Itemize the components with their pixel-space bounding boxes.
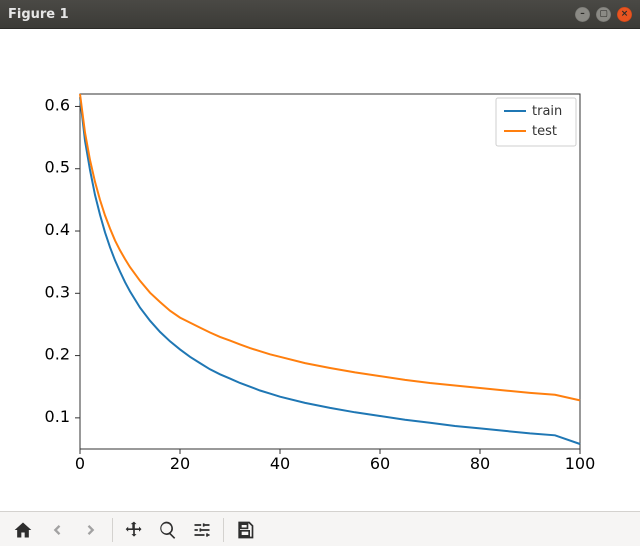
x-tick-label: 20	[170, 454, 190, 473]
home-button[interactable]	[6, 515, 40, 545]
y-tick-label: 0.2	[45, 345, 70, 364]
x-tick-label: 60	[370, 454, 390, 473]
line-chart: 0 20 40 60 80 100 0.1 0.2 0.3 0.4 0.5 0.6 train test	[0, 29, 640, 511]
forward-button[interactable]	[74, 515, 108, 545]
move-icon	[124, 520, 144, 540]
series-train	[80, 97, 580, 444]
x-tick-label: 40	[270, 454, 290, 473]
y-tick-label: 0.4	[45, 220, 70, 239]
configure-button[interactable]	[185, 515, 219, 545]
legend-label-test: test	[532, 124, 557, 139]
y-tick-label: 0.3	[45, 282, 70, 301]
window-controls: – ▢ ×	[575, 7, 632, 22]
y-tick-label: 0.6	[45, 95, 70, 114]
plot-border	[80, 94, 580, 449]
zoom-button[interactable]	[151, 515, 185, 545]
window-title: Figure 1	[8, 7, 69, 22]
back-icon	[47, 520, 67, 540]
x-tick-label: 0	[75, 454, 85, 473]
close-icon[interactable]: ×	[617, 7, 632, 22]
y-tick-label: 0.1	[45, 407, 70, 426]
chart-canvas: 0 20 40 60 80 100 0.1 0.2 0.3 0.4 0.5 0.6 train test	[0, 29, 640, 511]
home-icon	[13, 520, 33, 540]
x-tick-label: 80	[470, 454, 490, 473]
x-tick-label: 100	[565, 454, 596, 473]
sliders-icon	[192, 520, 212, 540]
save-icon	[235, 520, 255, 540]
pan-button[interactable]	[117, 515, 151, 545]
maximize-icon[interactable]: ▢	[596, 7, 611, 22]
forward-icon	[81, 520, 101, 540]
y-tick-label: 0.5	[45, 158, 70, 177]
save-button[interactable]	[228, 515, 262, 545]
minimize-icon[interactable]: –	[575, 7, 590, 22]
back-button[interactable]	[40, 515, 74, 545]
zoom-icon	[158, 520, 178, 540]
toolbar-separator	[112, 518, 113, 542]
mpl-toolbar	[0, 511, 640, 546]
legend-label-train: train	[532, 104, 562, 119]
window-titlebar: Figure 1 – ▢ ×	[0, 0, 640, 29]
toolbar-separator	[223, 518, 224, 542]
